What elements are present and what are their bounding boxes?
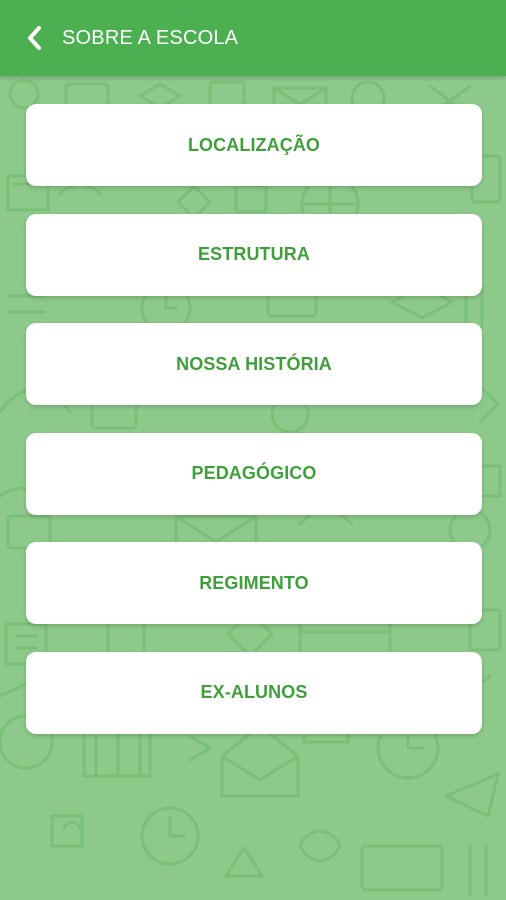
menu-item-label: ESTRUTURA <box>198 244 310 265</box>
menu-item-nossa-historia[interactable]: NOSSA HISTÓRIA <box>26 323 482 406</box>
menu-list: LOCALIZAÇÃO ESTRUTURA NOSSA HISTÓRIA PED… <box>26 104 482 762</box>
menu-item-regimento[interactable]: REGIMENTO <box>26 542 482 625</box>
menu-item-estrutura[interactable]: ESTRUTURA <box>26 213 482 296</box>
menu-item-localizacao[interactable]: LOCALIZAÇÃO <box>26 104 482 186</box>
back-button[interactable] <box>16 20 52 56</box>
menu-item-pedagogico[interactable]: PEDAGÓGICO <box>26 432 482 515</box>
page-title: SOBRE A ESCOLA <box>62 27 239 49</box>
menu-item-label: NOSSA HISTÓRIA <box>176 353 332 374</box>
menu-item-label: PEDAGÓGICO <box>191 463 317 484</box>
menu-item-label: EX-ALUNOS <box>200 682 308 703</box>
app-bar: SOBRE A ESCOLA <box>0 0 506 76</box>
menu-item-ex-alunos[interactable]: EX-ALUNOS <box>26 651 482 734</box>
chevron-left-icon <box>28 26 41 50</box>
menu-item-label: REGIMENTO <box>199 572 309 593</box>
menu-item-label: LOCALIZAÇÃO <box>187 134 321 155</box>
